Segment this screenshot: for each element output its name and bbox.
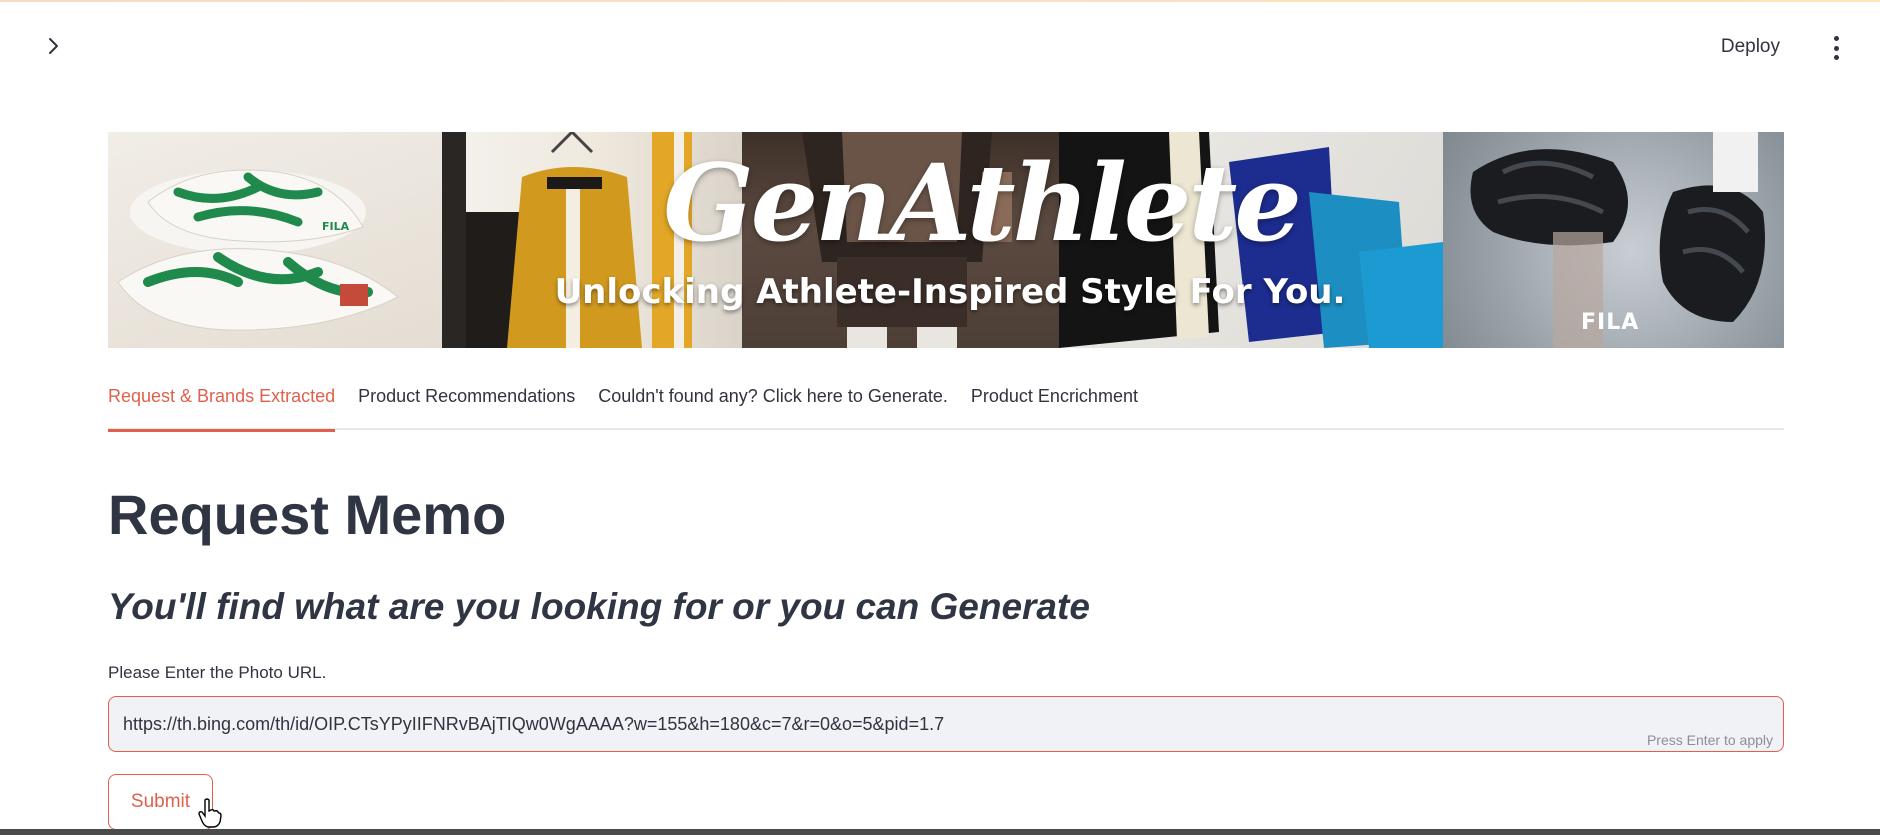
banner-title: GenAthlete [663,140,1302,265]
banner-subtitle: Unlocking Athlete-Inspired Style For You… [554,272,1346,312]
sidebar-toggle-button[interactable] [40,32,68,60]
photo-url-label: Please Enter the Photo URL. [108,663,327,682]
fila-logo: FILA [1581,310,1640,335]
hero-banner: FILA GenAthlete Unlocking Athlete-Inspir… [108,132,1784,348]
bottom-edge-bar [0,829,1880,835]
press-enter-hint: Press Enter to apply [1646,732,1773,748]
tab-generate[interactable]: Couldn't found any? Click here to Genera… [598,380,948,430]
kebab-menu-icon[interactable] [1830,36,1842,60]
tab-request-brands[interactable]: Request & Brands Extracted [108,380,336,432]
hand-cursor-icon [198,798,222,828]
page-title: Request Memo [108,483,507,546]
photo-url-value: https://th.bing.com/th/id/OIP.CTsYPyIIFN… [123,713,945,734]
page-subtitle: You'll find what are you looking for or … [108,586,1090,627]
deploy-button[interactable]: Deploy [1721,32,1780,62]
tab-product-enrichment[interactable]: Product Encrichment [971,380,1138,430]
chevron-right-icon [49,38,58,54]
photo-url-input[interactable]: https://th.bing.com/th/id/OIP.CTsYPyIIFN… [108,696,1784,752]
tab-product-recommendations[interactable]: Product Recommendations [358,380,575,430]
top-bar: Deploy [0,2,1880,94]
tab-bar: Request & Brands Extracted Product Recom… [108,380,1784,432]
